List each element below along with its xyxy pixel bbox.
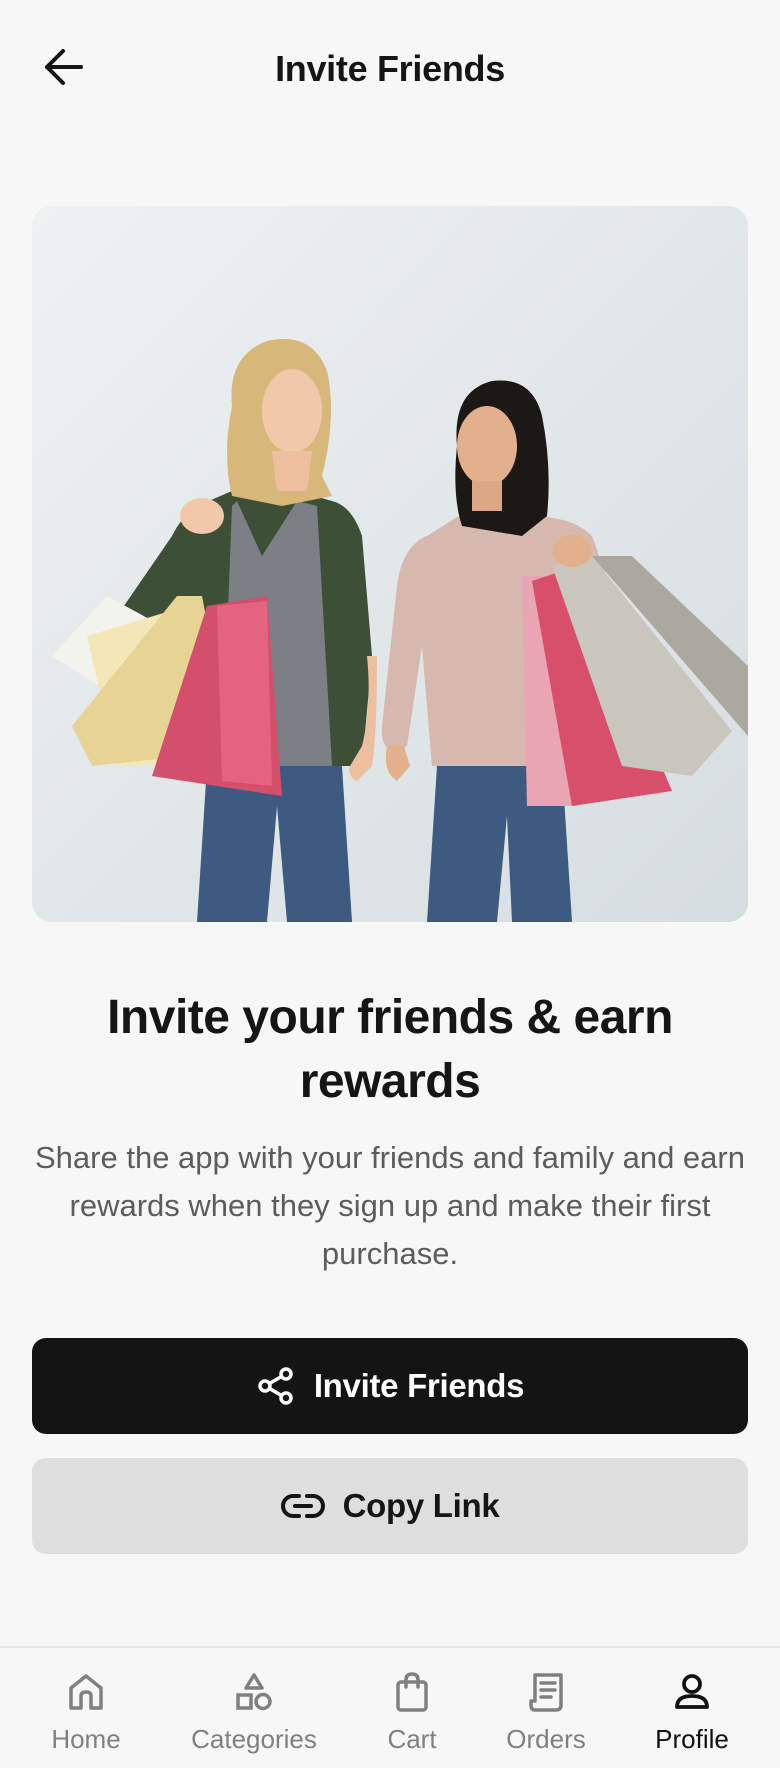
nav-label-categories: Categories (191, 1724, 317, 1754)
shopping-bag-icon (394, 1670, 430, 1714)
nav-item-home[interactable]: Home (36, 1648, 136, 1768)
nav-item-categories[interactable]: Categories (184, 1648, 324, 1768)
home-icon (67, 1670, 105, 1714)
page-title: Invite Friends (275, 48, 505, 89)
categories-icon (234, 1670, 274, 1714)
nav-label-orders: Orders (506, 1724, 586, 1754)
share-icon (256, 1366, 296, 1406)
user-icon (673, 1670, 711, 1714)
nav-item-cart[interactable]: Cart (372, 1648, 452, 1768)
invite-headline: Invite your friends & earn rewards (107, 991, 673, 1108)
invite-friends-button[interactable]: Invite Friends (32, 1338, 748, 1434)
invite-friends-label: Invite Friends (313, 1367, 525, 1404)
nav-item-profile[interactable]: Profile (642, 1648, 742, 1768)
link-icon (280, 1492, 325, 1520)
bottom-navigation: Home Categories Cart Orders Profile (0, 1646, 780, 1768)
receipt-icon (527, 1670, 565, 1714)
nav-item-orders[interactable]: Orders (496, 1648, 596, 1768)
invite-description: Share the app with your friends and fami… (35, 1140, 745, 1271)
copy-link-button[interactable]: Copy Link (32, 1458, 748, 1554)
nav-label-home: Home (51, 1724, 121, 1754)
nav-label-cart: Cart (387, 1724, 437, 1754)
copy-link-label: Copy Link (342, 1487, 500, 1524)
friends-shopping-image (32, 206, 748, 922)
nav-label-profile: Profile (655, 1724, 729, 1754)
top-app-bar: Invite Friends (0, 0, 780, 145)
